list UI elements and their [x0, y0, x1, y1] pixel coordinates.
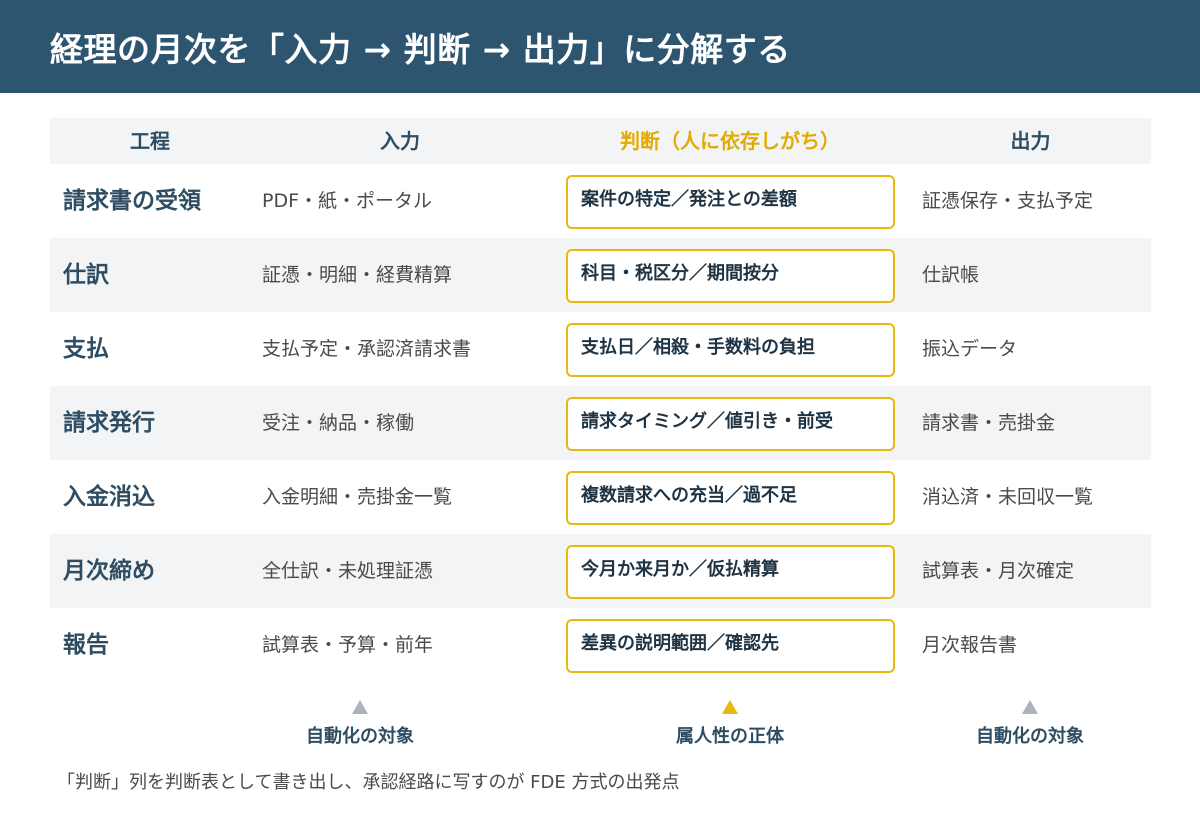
- input-marker-label: 自動化の対象: [306, 726, 414, 747]
- row-judgment-box: 案件の特定／発注との差額: [566, 175, 895, 229]
- row-input: 試算表・予算・前年: [262, 634, 434, 656]
- row-input: 支払予定・承認済請求書: [262, 338, 472, 360]
- table-row: 請求書の受領 PDF・紙・ポータル 案件の特定／発注との差額 証憑保存・支払予定: [50, 164, 1151, 238]
- row-output: 証憑保存・支払予定: [922, 190, 1094, 212]
- row-step: 入金消込: [63, 484, 155, 510]
- table-header: 工程 入力 判断（人に依存しがち） 出力: [50, 118, 1151, 164]
- page-title: 経理の月次を「入力 → 判断 → 出力」に分解する: [50, 29, 791, 69]
- row-output: 仕訳帳: [922, 264, 980, 286]
- row-judgment-box: 複数請求への充当／過不足: [566, 471, 895, 525]
- row-step: 請求書の受領: [63, 188, 201, 214]
- row-judgment-box: 請求タイミング／値引き・前受: [566, 397, 895, 451]
- input-marker: 自動化の対象: [260, 700, 460, 748]
- table-row: 月次締め 全仕訳・未処理証憑 今月か来月か／仮払精算 試算表・月次確定: [50, 534, 1151, 608]
- row-input: PDF・紙・ポータル: [262, 190, 433, 212]
- table-row: 入金消込 入金明細・売掛金一覧 複数請求への充当／過不足 消込済・未回収一覧: [50, 460, 1151, 534]
- judgment-marker-label: 属人性の正体: [676, 726, 784, 747]
- row-step: 請求発行: [63, 410, 155, 436]
- title-bar: 経理の月次を「入力 → 判断 → 出力」に分解する: [0, 0, 1200, 93]
- row-step: 月次締め: [63, 558, 155, 584]
- row-step: 支払: [63, 336, 109, 362]
- output-marker-label: 自動化の対象: [976, 726, 1084, 747]
- row-input: 証憑・明細・経費精算: [262, 264, 453, 286]
- row-judgment-box: 今月か来月か／仮払精算: [566, 545, 895, 599]
- process-table: 工程 入力 判断（人に依存しがち） 出力 請求書の受領 PDF・紙・ポータル 案…: [50, 118, 1151, 682]
- row-judgment-box: 支払日／相殺・手数料の負担: [566, 323, 895, 377]
- row-output: 月次報告書: [922, 634, 1018, 656]
- judgment-marker: 属人性の正体: [630, 700, 830, 748]
- output-marker: 自動化の対象: [930, 700, 1130, 748]
- row-output: 消込済・未回収一覧: [922, 486, 1094, 508]
- header-step: 工程: [130, 129, 170, 153]
- table-row: 報告 試算表・予算・前年 差異の説明範囲／確認先 月次報告書: [50, 608, 1151, 682]
- row-input: 受注・納品・稼働: [262, 412, 415, 434]
- table-row: 支払 支払予定・承認済請求書 支払日／相殺・手数料の負担 振込データ: [50, 312, 1151, 386]
- footnote: 「判断」列を判断表として書き出し、承認経路に写すのが FDE 方式の出発点: [57, 772, 680, 793]
- row-output: 試算表・月次確定: [922, 560, 1075, 582]
- header-judgment: 判断（人に依存しがち）: [620, 129, 840, 153]
- row-judgment-box: 差異の説明範囲／確認先: [566, 619, 895, 673]
- header-input: 入力: [380, 129, 420, 153]
- table-row: 請求発行 受注・納品・稼働 請求タイミング／値引き・前受 請求書・売掛金: [50, 386, 1151, 460]
- row-output: 振込データ: [922, 338, 1018, 360]
- header-output: 出力: [1010, 129, 1051, 153]
- row-input: 入金明細・売掛金一覧: [262, 486, 453, 508]
- table-row: 仕訳 証憑・明細・経費精算 科目・税区分／期間按分 仕訳帳: [50, 238, 1151, 312]
- up-triangle-icon: [722, 700, 738, 714]
- row-judgment-box: 科目・税区分／期間按分: [566, 249, 895, 303]
- row-step: 仕訳: [63, 262, 109, 288]
- row-output: 請求書・売掛金: [922, 412, 1056, 434]
- up-triangle-icon: [352, 700, 368, 714]
- row-step: 報告: [63, 632, 109, 658]
- row-input: 全仕訳・未処理証憑: [262, 560, 434, 582]
- up-triangle-icon: [1022, 700, 1038, 714]
